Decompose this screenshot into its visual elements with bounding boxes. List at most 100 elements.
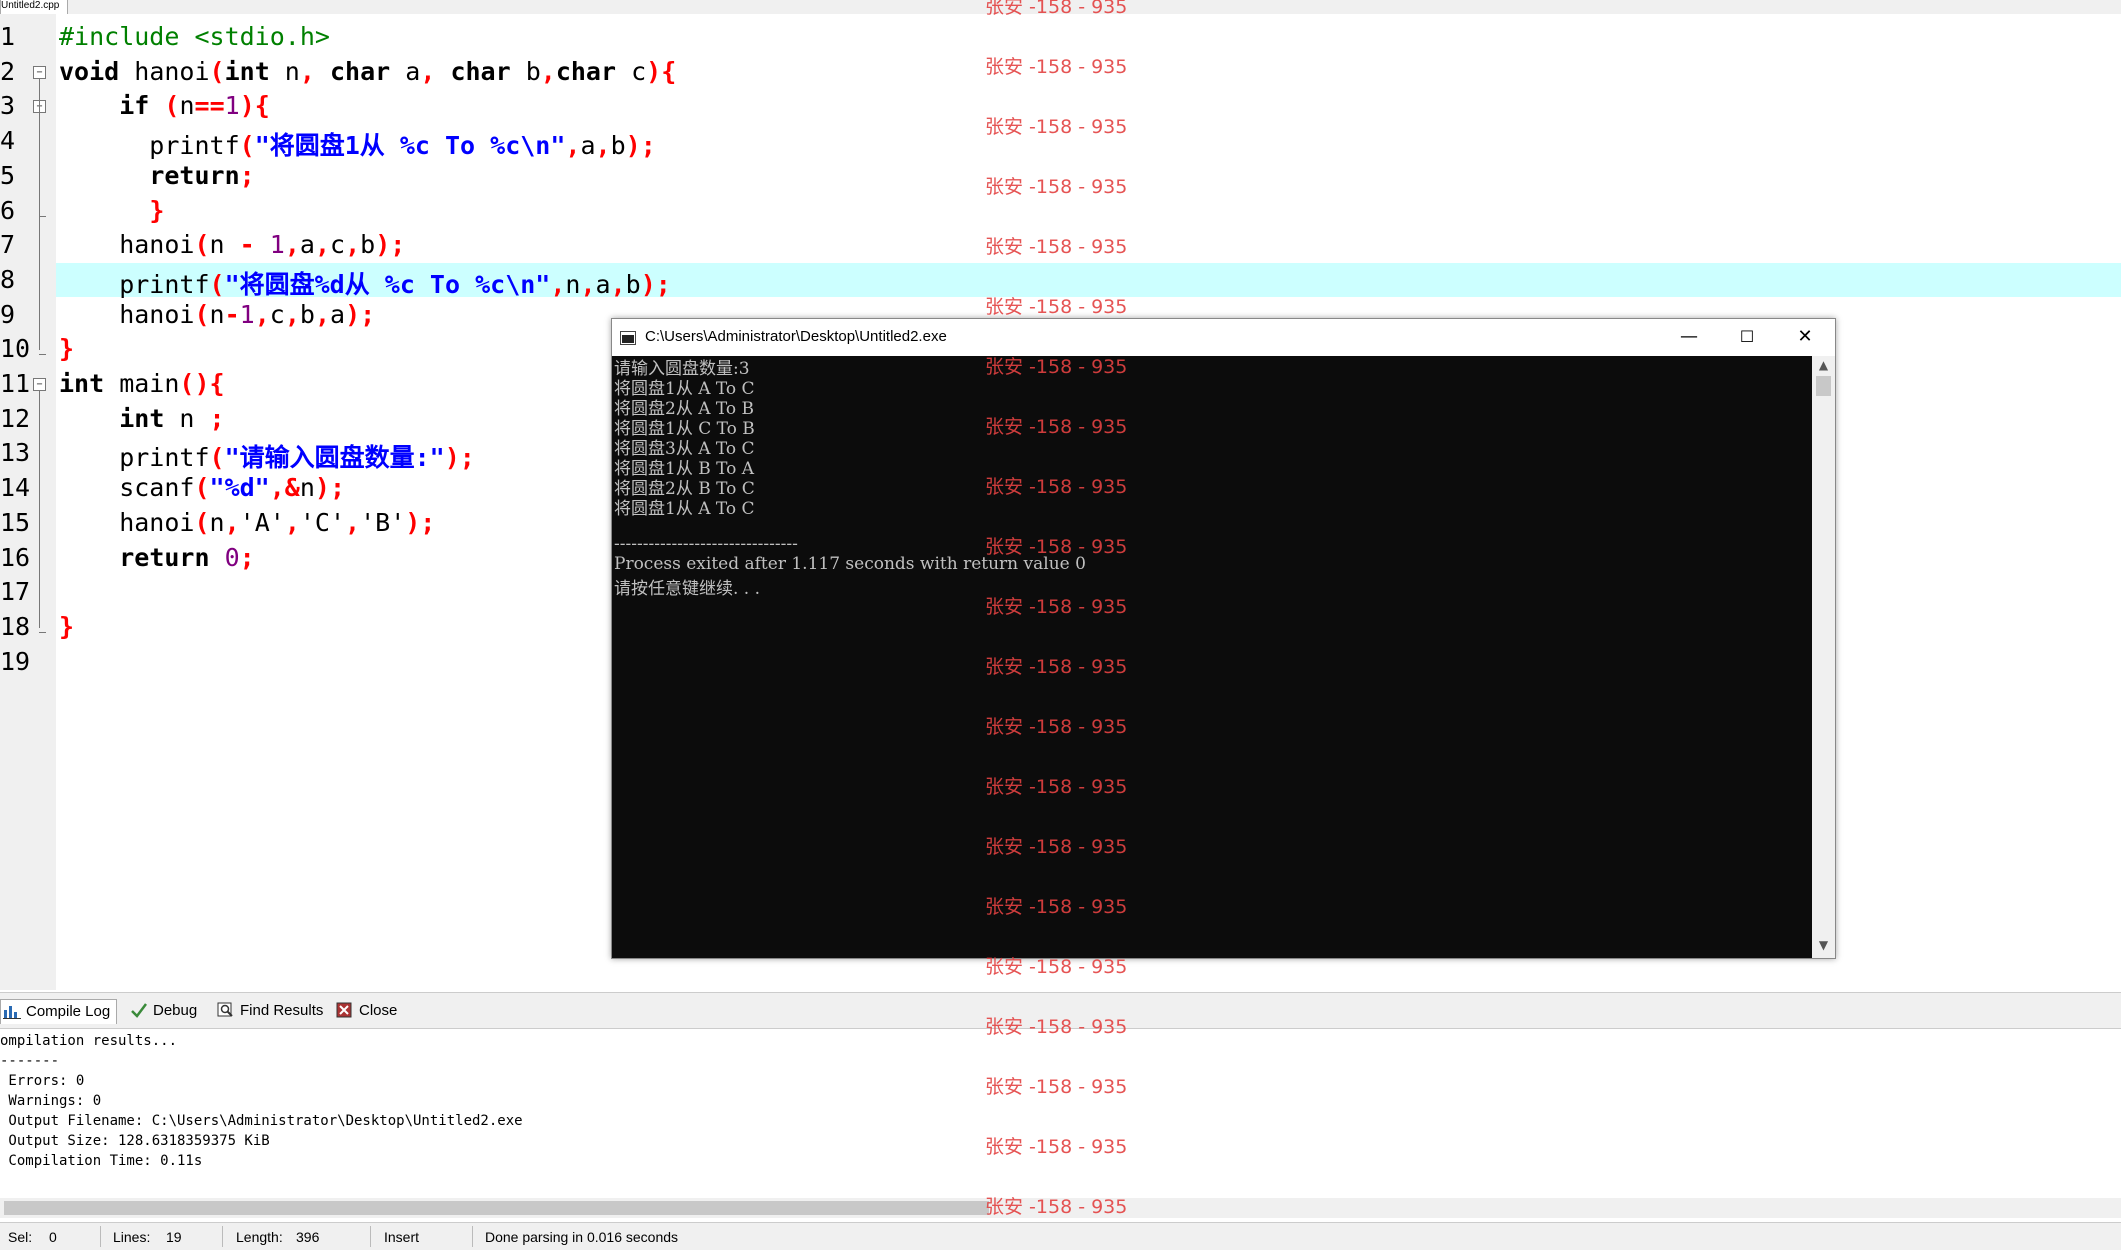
code-token: a (390, 56, 421, 86)
code-token: - (224, 299, 240, 329)
code-token: , (580, 269, 596, 299)
fold-guide-end (39, 354, 46, 356)
fold-guide-end (39, 215, 46, 217)
code-token: ); (625, 131, 656, 161)
minimize-button[interactable]: — (1660, 319, 1718, 356)
code-token: , (299, 56, 315, 86)
code-token: ( (239, 131, 255, 161)
compile-log-output[interactable]: ompilation results... ------- Errors: 0 W… (0, 1028, 2121, 1199)
status-sel-value: 0 (49, 1229, 57, 1245)
code-line: return; (59, 160, 255, 190)
code-token: a (330, 299, 346, 329)
code-token: ); (345, 299, 376, 329)
code-token: ; (209, 403, 225, 433)
code-token: ( (209, 443, 225, 473)
code-token: hanoi (59, 299, 195, 329)
fold-guide-end (39, 631, 46, 633)
code-token: , (284, 230, 300, 260)
code-token: ( (194, 299, 210, 329)
code-token: n (209, 507, 225, 537)
log-line: ompilation results... (0, 1033, 178, 1049)
code-token: c (616, 56, 647, 86)
console-scroll-thumb[interactable] (1816, 376, 1831, 396)
line-number: 10 (0, 334, 31, 364)
code-line: } (59, 196, 164, 225)
status-lines-value: 19 (166, 1229, 182, 1245)
code-line: int main(){ (59, 369, 225, 398)
code-line: return 0; (59, 543, 255, 572)
code-token: b (510, 56, 541, 86)
line-number: 3 (0, 91, 16, 121)
code-token: a (580, 131, 596, 161)
code-token: b (360, 230, 376, 260)
status-length-value: 396 (296, 1229, 320, 1245)
code-token: int (224, 56, 270, 86)
log-line: Output Filename: C:\Users\Administrator\… (0, 1113, 523, 1129)
code-token: 1 (239, 299, 255, 329)
line-number: 11 (0, 369, 31, 398)
log-line: Errors: 0 (0, 1073, 85, 1089)
tab-close[interactable]: Close (336, 999, 397, 1023)
tab-compile-log[interactable]: Compile Log (0, 999, 118, 1024)
console-window[interactable]: C:\Users\Administrator\Desktop\Untitled2… (611, 318, 1836, 959)
editor-tab-bar: Untitled2.cpp (0, 0, 2121, 15)
code-line: printf("将圆盘1从 %c To %c\n",a,b); (59, 126, 656, 162)
close-window-button[interactable]: ✕ (1776, 319, 1834, 356)
line-number: 5 (0, 160, 16, 190)
fold-toggle-icon[interactable]: − (33, 378, 46, 391)
code-token: n (209, 230, 240, 260)
log-scroll-thumb[interactable] (4, 1201, 989, 1215)
code-token: int (59, 369, 105, 398)
console-line: 将圆盘1从 A To C (614, 499, 755, 519)
fold-guide (39, 78, 40, 351)
code-token: printf (59, 443, 210, 473)
console-title-bar[interactable]: C:\Users\Administrator\Desktop\Untitled2… (612, 319, 1835, 356)
code-line: printf("将圆盘%d从 %c To %c\n",n,a,b); (59, 265, 671, 301)
code-token: , (224, 507, 240, 537)
tab-find-results[interactable]: Find Results (217, 999, 323, 1023)
console-scrollbar[interactable]: ▲ ▼ (1812, 356, 1835, 958)
code-token: ); (375, 230, 406, 260)
code-line: void hanoi(int n, char a, char b,char c)… (59, 57, 676, 86)
code-token: return (119, 542, 210, 572)
code-token: ( (194, 230, 210, 260)
code-line: if (n==1){ (59, 91, 270, 120)
code-token: "请输入圆盘数量:" (224, 443, 445, 473)
maximize-button[interactable]: ☐ (1718, 319, 1776, 356)
code-line: hanoi(n - 1,a,c,b); (59, 230, 405, 259)
code-token: 'B' (360, 507, 406, 537)
code-token: , (345, 230, 361, 260)
status-length-label: Length: (236, 1229, 283, 1245)
tab-debug[interactable]: Debug (130, 999, 197, 1023)
status-divider (222, 1226, 223, 1247)
tab-compile-log-label: Compile Log (26, 1003, 111, 1020)
code-line: } (59, 334, 74, 363)
file-tab[interactable]: Untitled2.cpp (0, 0, 69, 15)
code-token: (){ (179, 369, 225, 398)
code-token: a (299, 230, 315, 260)
code-token: ; (239, 160, 255, 190)
code-token: - (239, 230, 255, 260)
fold-toggle-icon[interactable]: − (33, 65, 46, 79)
scroll-up-arrow-icon[interactable]: ▲ (1816, 358, 1831, 372)
code-token: ){ (239, 91, 270, 121)
code-token: ( (209, 56, 225, 86)
scroll-down-arrow-icon[interactable]: ▼ (1816, 938, 1831, 952)
console-title: C:\Users\Administrator\Desktop\Untitled2… (645, 328, 947, 345)
line-number: 12 (0, 403, 31, 433)
code-token: 0 (224, 542, 240, 572)
log-horizontal-scrollbar[interactable] (0, 1198, 2121, 1218)
status-mode: Insert (384, 1229, 420, 1245)
code-token: ( (194, 473, 210, 503)
code-line: hanoi(n-1,c,b,a); (59, 300, 375, 329)
code-token: ,& (269, 473, 300, 503)
code-token: , (345, 507, 361, 537)
code-token: n (269, 56, 300, 86)
code-token: , (254, 299, 270, 329)
line-number: 7 (0, 230, 16, 260)
line-number: 17 (0, 577, 31, 607)
console-output[interactable]: 请输入圆盘数量:3 将圆盘1从 A To C 将圆盘2从 A To B 将圆盘1从 C… (612, 356, 1812, 958)
